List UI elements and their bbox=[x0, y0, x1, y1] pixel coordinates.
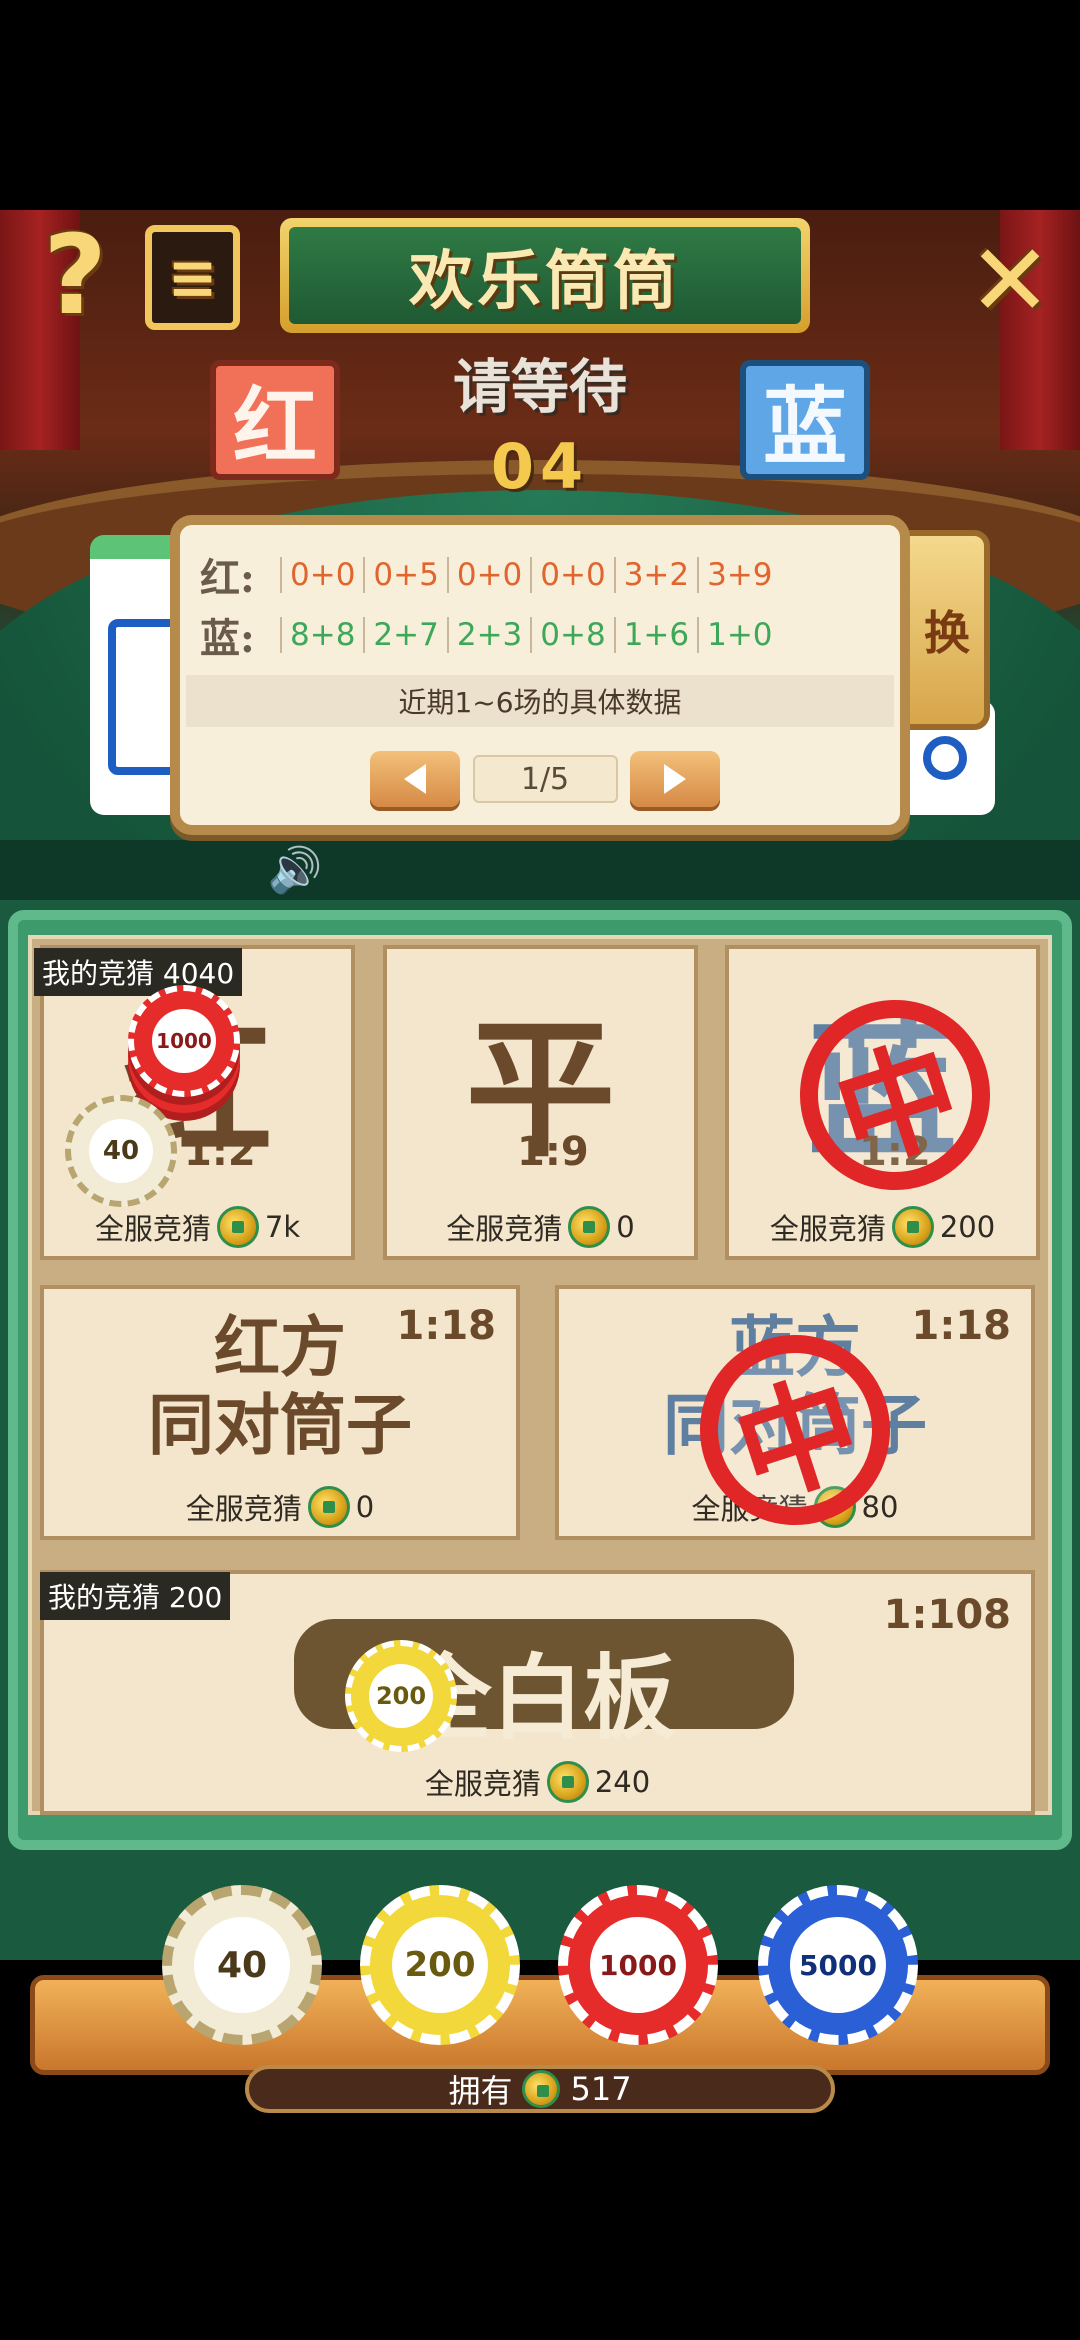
next-page-button[interactable] bbox=[630, 751, 720, 807]
my-bet-tag: 我的竞猜 200 bbox=[40, 1572, 231, 1620]
balance-value: 517 bbox=[570, 2070, 632, 2108]
top-bar bbox=[0, 0, 1080, 210]
record-cell: 3+2 bbox=[613, 557, 697, 593]
bottom-bar bbox=[0, 2130, 1080, 2340]
placed-chip-stack: 1000 bbox=[128, 985, 240, 1097]
records-popup: 红: 0+0 0+5 0+0 0+0 3+2 3+9 蓝: 8+8 2+7 2+… bbox=[170, 515, 910, 835]
chip-value: 200 bbox=[392, 1917, 488, 2013]
records-red-row: 红: 0+0 0+5 0+0 0+0 3+2 3+9 bbox=[200, 545, 781, 605]
records-red-label: 红: bbox=[200, 555, 255, 602]
bet-cell-total: 全服竞猜 0 bbox=[387, 1206, 694, 1248]
game-title: 欢乐筒筒 bbox=[409, 244, 681, 319]
bet-cell-total: 全服竞猜 240 bbox=[44, 1761, 1031, 1803]
chip-1000-button[interactable]: 1000 bbox=[558, 1885, 718, 2045]
my-bet-tag: 我的竞猜 4040 bbox=[34, 948, 243, 996]
chip-200-button[interactable]: 200 bbox=[360, 1885, 520, 2045]
total-value: 240 bbox=[594, 1765, 651, 1799]
bet-cell-odds: 1:108 bbox=[883, 1592, 1011, 1638]
total-label: 全服竞猜 bbox=[769, 1212, 886, 1246]
bet-cell-odds: 1:18 bbox=[911, 1303, 1012, 1349]
record-cell: 0+8 bbox=[530, 617, 613, 653]
records-blue-row: 蓝: 8+8 2+7 2+3 0+8 1+6 1+0 bbox=[200, 605, 781, 665]
total-value: 7k bbox=[264, 1210, 301, 1244]
my-bet-label: 我的竞猜 bbox=[42, 957, 155, 990]
record-cell: 1+0 bbox=[697, 617, 780, 653]
coin-icon bbox=[216, 1206, 259, 1248]
bet-cell-odds: 1:9 bbox=[517, 1129, 589, 1175]
records-blue-label: 蓝: bbox=[200, 615, 255, 662]
total-value: 0 bbox=[616, 1210, 635, 1244]
records-pager: 1/5 bbox=[370, 750, 720, 808]
record-cell: 0+5 bbox=[363, 557, 446, 593]
chevron-left-icon bbox=[404, 764, 426, 794]
bet-cell-total: 全服竞猜 7k bbox=[44, 1206, 351, 1248]
record-cell: 8+8 bbox=[280, 617, 363, 653]
record-cell: 0+0 bbox=[530, 557, 613, 593]
bet-cell-odds: 1:18 bbox=[396, 1303, 497, 1349]
chevron-right-icon bbox=[664, 764, 686, 794]
bet-cell-draw[interactable]: 平 1:9 全服竞猜 0 bbox=[383, 945, 698, 1260]
team-red-badge: 红 bbox=[210, 360, 340, 480]
bet-cell-total: 全服竞猜 0 bbox=[44, 1486, 516, 1528]
help-icon[interactable]: ? bbox=[30, 211, 120, 339]
info-strip bbox=[0, 840, 1080, 900]
total-value: 200 bbox=[939, 1210, 996, 1244]
page-indicator: 1/5 bbox=[472, 755, 618, 803]
coin-icon bbox=[546, 1761, 589, 1803]
total-label: 全服竞猜 bbox=[94, 1212, 211, 1246]
game-title-banner: 欢乐筒筒 bbox=[280, 218, 810, 333]
bet-cell-title-line2: 同对筒子 bbox=[148, 1387, 412, 1464]
chip-40-button[interactable]: 40 bbox=[162, 1885, 322, 2045]
record-cell: 3+9 bbox=[697, 557, 780, 593]
record-cell: 0+0 bbox=[446, 557, 530, 593]
record-cell: 1+6 bbox=[613, 617, 697, 653]
placed-chip: 40 bbox=[65, 1095, 177, 1207]
coin-icon bbox=[307, 1486, 350, 1528]
bet-cell-title: 全白板 bbox=[399, 1645, 676, 1752]
chip-value: 5000 bbox=[790, 1917, 886, 2013]
total-label: 全服竞猜 bbox=[424, 1767, 541, 1801]
record-cell: 2+7 bbox=[363, 617, 446, 653]
record-cell: 0+0 bbox=[280, 557, 363, 593]
countdown-timer: 04 bbox=[490, 430, 590, 503]
chip-5000-button[interactable]: 5000 bbox=[758, 1885, 918, 2045]
rules-icon[interactable]: ≡ bbox=[145, 225, 240, 330]
balance-label: 拥有 bbox=[448, 2072, 513, 2110]
my-bet-value: 200 bbox=[168, 1581, 223, 1614]
chip-value: 1000 bbox=[152, 1009, 216, 1073]
chip-value: 200 bbox=[369, 1664, 433, 1728]
total-label: 全服竞猜 bbox=[446, 1212, 563, 1246]
records-caption: 近期1~6场的具体数据 bbox=[186, 675, 894, 727]
bet-cell-red-pair[interactable]: 红方 同对筒子 1:18 全服竞猜 0 bbox=[40, 1285, 520, 1540]
record-cell: 2+3 bbox=[446, 617, 530, 653]
speaker-icon[interactable]: 🔊 bbox=[265, 845, 325, 896]
bet-cell-odds: 1:2 bbox=[184, 1129, 256, 1175]
bet-cell-total: 全服竞猜 200 bbox=[729, 1206, 1036, 1248]
team-blue-badge: 蓝 bbox=[740, 360, 870, 480]
total-label: 全服竞猜 bbox=[185, 1492, 302, 1526]
my-bet-label: 我的竞猜 bbox=[48, 1581, 161, 1614]
close-icon[interactable]: ✕ bbox=[960, 222, 1060, 339]
chip-value: 40 bbox=[89, 1119, 153, 1183]
total-value: 0 bbox=[355, 1490, 375, 1524]
balance-bar: 拥有 517 bbox=[245, 2065, 835, 2113]
status-text: 请等待 bbox=[452, 353, 627, 421]
coin-icon bbox=[568, 1206, 611, 1248]
prev-page-button[interactable] bbox=[370, 751, 460, 807]
coin-icon bbox=[522, 2070, 561, 2108]
chip-value: 40 bbox=[194, 1917, 290, 2013]
coin-icon bbox=[891, 1206, 934, 1248]
chip-value: 1000 bbox=[590, 1917, 686, 2013]
placed-chip: 200 bbox=[345, 1640, 457, 1752]
